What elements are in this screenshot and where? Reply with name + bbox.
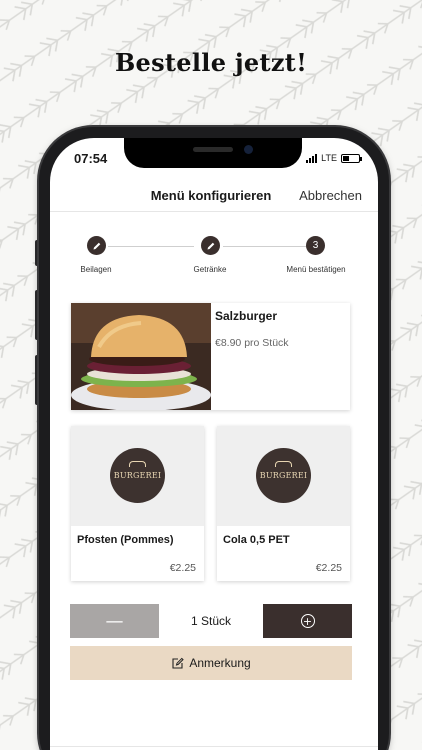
step-connector xyxy=(223,246,309,247)
menu-item-image: BURGEREI xyxy=(71,426,204,526)
note-button[interactable]: Anmerkung xyxy=(70,646,352,680)
step-label-menu-bestaetigen: Menü bestätigen xyxy=(286,265,346,274)
menu-item-card[interactable]: BURGEREI Cola 0,5 PET €2.25 xyxy=(217,426,350,581)
product-price: €8.90 pro Stück xyxy=(215,337,289,349)
pencil-icon xyxy=(207,242,214,249)
quantity-display: 1 Stück xyxy=(190,614,232,628)
step-menu-bestaetigen[interactable]: 3 xyxy=(306,236,325,255)
bottom-divider xyxy=(50,746,378,747)
minus-icon: — xyxy=(105,610,124,632)
step-beilagen[interactable] xyxy=(87,236,106,255)
front-camera xyxy=(244,145,253,154)
burgerei-logo: BURGEREI xyxy=(256,448,311,503)
phone-notch xyxy=(124,138,302,168)
menu-item-name: Pfosten (Pommes) xyxy=(77,534,174,546)
menu-item-image: BURGEREI xyxy=(217,426,350,526)
speaker-grille xyxy=(193,147,233,152)
burger-image xyxy=(71,303,211,410)
burgerei-logo: BURGEREI xyxy=(110,448,165,503)
menu-item-price: €2.25 xyxy=(315,562,342,574)
step-label-getraenke: Getränke xyxy=(193,265,227,274)
product-card: Salzburger €8.90 pro Stück xyxy=(71,303,350,410)
decrease-quantity-button[interactable]: — xyxy=(70,604,159,638)
navigation-bar: Menü konfigurieren Abbrechen xyxy=(50,182,378,212)
menu-item-price: €2.25 xyxy=(169,562,196,574)
plus-circle-icon: + xyxy=(300,614,315,628)
signal-icon xyxy=(306,153,318,163)
status-time: 07:54 xyxy=(74,151,108,166)
menu-item-name: Cola 0,5 PET xyxy=(223,534,290,546)
increase-quantity-button[interactable]: + xyxy=(263,604,352,638)
battery-icon xyxy=(341,153,362,163)
phone-screen: 07:54 LTE Menü konfigurieren Abbrechen B… xyxy=(50,138,378,750)
promo-headline: Bestelle jetzt! xyxy=(114,48,308,77)
status-indicators: LTE xyxy=(306,153,362,163)
menu-item-card[interactable]: BURGEREI Pfosten (Pommes) €2.25 xyxy=(71,426,204,581)
cancel-button[interactable]: Abbrechen xyxy=(299,188,362,203)
network-type: LTE xyxy=(321,153,337,163)
product-name: Salzburger xyxy=(215,309,278,323)
step-connector xyxy=(108,246,194,247)
progress-stepper: Beilagen Getränke 3 Menü bestätigen xyxy=(50,236,378,286)
step-label-beilagen: Beilagen xyxy=(80,265,112,274)
pencil-icon xyxy=(93,242,100,249)
note-button-label: Anmerkung xyxy=(189,656,251,670)
step-number: 3 xyxy=(312,240,319,251)
step-getraenke[interactable] xyxy=(201,236,220,255)
edit-note-icon xyxy=(172,657,185,669)
